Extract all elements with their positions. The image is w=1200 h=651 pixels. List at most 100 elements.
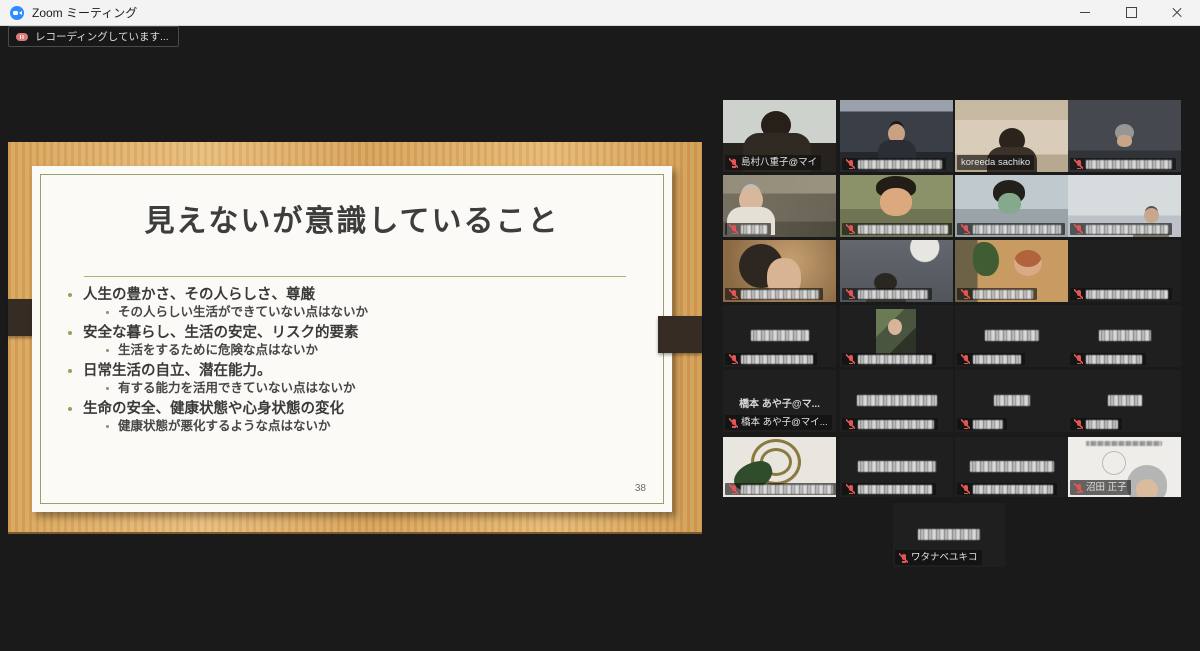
muted-mic-icon (729, 354, 738, 364)
participant-tile[interactable] (1068, 100, 1181, 172)
redacted-name (994, 395, 1030, 406)
participant-center-name: 橋本 あや子@マ... (723, 395, 836, 410)
participant-tile[interactable] (840, 437, 953, 497)
participant-tile[interactable] (840, 370, 953, 432)
bullet-icon (68, 293, 72, 297)
participant-name-plate (842, 288, 932, 300)
redacted-name (741, 485, 833, 494)
participant-center-name (893, 529, 1005, 540)
participant-name-plate: 島村八重子@マイ (725, 155, 821, 170)
participant-name-plate (957, 483, 1057, 495)
participant-center-name (955, 395, 1068, 406)
redacted-name (1086, 290, 1168, 299)
redacted-name (858, 485, 932, 494)
redacted-name (973, 355, 1021, 364)
participant-tile[interactable]: 沼田 正子 (1068, 437, 1181, 497)
muted-mic-icon (846, 419, 855, 429)
participant-tile[interactable] (840, 175, 953, 237)
muted-mic-icon (729, 158, 738, 168)
muted-mic-icon (1074, 159, 1083, 169)
participant-tile[interactable] (955, 437, 1068, 497)
participant-name-plate (725, 483, 836, 495)
participant-name: 沼田 正子 (1086, 481, 1127, 494)
participant-name: 橋本 あや子@マイ... (741, 416, 828, 429)
participant-tile[interactable] (840, 305, 953, 367)
participant-center-name (840, 395, 953, 406)
close-icon (1171, 7, 1183, 19)
redacted-name (985, 330, 1039, 341)
muted-mic-icon (846, 224, 855, 234)
participant-tile[interactable] (723, 305, 836, 367)
bullet-icon (68, 331, 72, 335)
participant-name-plate (725, 353, 817, 365)
bullet-icon (106, 311, 109, 314)
participant-name-plate (725, 288, 823, 300)
participant-name-plate (957, 418, 1007, 430)
participant-tile[interactable]: 橋本 あや子@マ... 橋本 あや子@マイ... (723, 370, 836, 432)
participant-center-name (1068, 330, 1181, 341)
redacted-name (741, 225, 767, 234)
bullet-icon (106, 387, 109, 390)
participant-tile[interactable] (723, 437, 836, 497)
participant-name-plate (1070, 353, 1146, 365)
bullet-icon (106, 349, 109, 352)
minimize-button[interactable] (1062, 0, 1108, 25)
participant-tile[interactable] (840, 240, 953, 302)
redacted-name (1086, 160, 1172, 169)
redacted-name (858, 420, 934, 429)
participant-tile[interactable] (955, 305, 1068, 367)
participant-name-plate (957, 288, 1037, 300)
participant-tile[interactable] (955, 370, 1068, 432)
close-button[interactable] (1154, 0, 1200, 25)
bullet-item: 人生の豊かさ、その人らしさ、尊厳 (68, 287, 672, 303)
muted-mic-icon (961, 224, 970, 234)
slide-divider (84, 276, 626, 277)
muted-mic-icon (729, 224, 738, 234)
bullet-item: 生命の安全、健康状態や心身状態の変化 (68, 401, 672, 417)
redacted-name (858, 160, 942, 169)
participant-center-name (723, 330, 836, 341)
muted-mic-icon (1074, 289, 1083, 299)
participant-tile[interactable]: ワタナベユキコ (893, 503, 1005, 567)
video-overlay-text (1086, 441, 1162, 446)
participant-tile[interactable]: 島村八重子@マイ (723, 100, 836, 172)
participant-center-name (840, 461, 953, 472)
slide-title: 見えないが意識していること (32, 196, 672, 240)
participant-tile[interactable] (1068, 175, 1181, 237)
maximize-button[interactable] (1108, 0, 1154, 25)
participant-tile-active-speaker[interactable]: koreeda sachiko (955, 100, 1068, 172)
participant-center-name (955, 330, 1068, 341)
participant-tile[interactable] (955, 240, 1068, 302)
participant-tile[interactable] (723, 240, 836, 302)
redacted-name (751, 330, 809, 341)
muted-mic-icon (899, 553, 908, 563)
participant-name-plate (957, 353, 1025, 365)
participant-name-plate (1070, 223, 1172, 235)
redacted-name (858, 461, 936, 472)
participant-tile[interactable] (1068, 370, 1181, 432)
redacted-name (858, 225, 948, 234)
sub-bullet-item: その人らしい生活ができていない点はないか (106, 305, 672, 320)
video-overlay-doodle (1102, 451, 1126, 475)
muted-mic-icon (1074, 224, 1083, 234)
participant-tile[interactable] (1068, 240, 1181, 302)
muted-mic-icon (846, 159, 855, 169)
redacted-name (973, 485, 1053, 494)
participant-tile[interactable] (955, 175, 1068, 237)
sub-bullet-item: 有する能力を活用できていない点はないか (106, 381, 672, 396)
participant-name-plate (842, 483, 936, 495)
muted-mic-icon (846, 354, 855, 364)
participant-tile[interactable] (723, 175, 836, 237)
window-controls (1062, 0, 1200, 25)
bullet-item: 安全な暮らし、生活の安定、リスク的要素 (68, 325, 672, 341)
participant-tile[interactable] (1068, 305, 1181, 367)
redacted-name (1086, 355, 1142, 364)
participant-tile[interactable] (840, 100, 953, 172)
participant-name-plate (957, 223, 1065, 235)
redacted-name (1086, 225, 1168, 234)
participant-center-name (955, 461, 1068, 472)
muted-mic-icon (1074, 419, 1083, 429)
recording-indicator[interactable]: レコーディングしています... (8, 26, 179, 47)
redacted-name (741, 355, 813, 364)
redacted-name (1086, 420, 1118, 429)
